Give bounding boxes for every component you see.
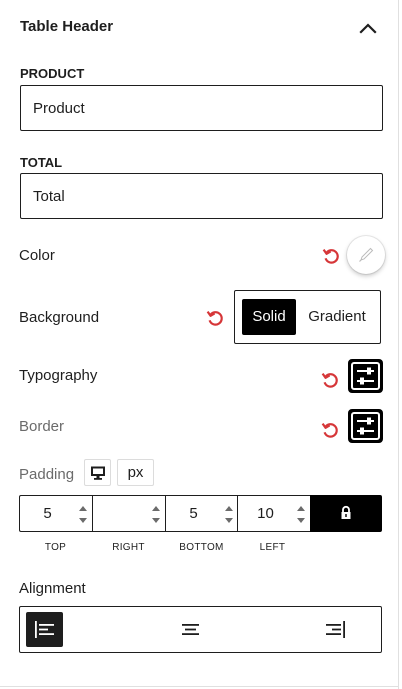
background-gradient-button[interactable]: Gradient <box>300 299 374 335</box>
align-left-icon <box>35 621 54 638</box>
align-center-icon <box>182 624 199 635</box>
background-solid-button[interactable]: Solid <box>242 299 296 335</box>
color-picker-button[interactable] <box>347 236 385 274</box>
spin-up-icon[interactable] <box>78 504 88 512</box>
padding-unit-selector[interactable]: px <box>117 459 154 486</box>
sliders-icon <box>351 412 380 440</box>
spin-up-icon[interactable] <box>224 504 234 512</box>
padding-inputs <box>19 495 382 532</box>
background-type-toggle: Solid Gradient <box>234 290 381 344</box>
product-label: PRODUCT <box>20 66 85 81</box>
typography-reset-icon[interactable] <box>320 370 340 390</box>
sliders-icon <box>351 362 380 390</box>
padding-left-label: LEFT <box>259 542 286 553</box>
background-label: Background <box>19 309 100 326</box>
background-reset-icon[interactable] <box>205 308 225 328</box>
padding-top-input[interactable] <box>20 496 75 531</box>
border-settings-button[interactable] <box>348 409 383 443</box>
padding-bottom-input[interactable] <box>166 496 221 531</box>
responsive-device-button[interactable] <box>84 459 111 486</box>
align-left-button[interactable] <box>26 612 63 647</box>
padding-label: Padding <box>19 466 75 483</box>
desktop-icon <box>91 466 105 480</box>
padding-right-field <box>92 495 165 532</box>
spin-down-icon[interactable] <box>151 517 161 525</box>
chevron-up-icon[interactable] <box>356 16 380 40</box>
padding-left-field <box>237 495 310 532</box>
lock-icon <box>341 505 351 519</box>
padding-bottom-field <box>165 495 238 532</box>
product-input[interactable] <box>20 85 383 131</box>
align-right-button[interactable] <box>317 612 354 647</box>
panel-title: Table Header <box>20 18 114 35</box>
color-reset-icon[interactable] <box>321 246 341 266</box>
border-label: Border <box>19 418 65 435</box>
total-label: TOTAL <box>20 155 63 170</box>
spin-down-icon[interactable] <box>224 517 234 525</box>
alignment-label: Alignment <box>19 580 86 597</box>
panel-right-border <box>398 0 399 689</box>
panel-toggle-header[interactable]: Table Header <box>0 0 398 54</box>
align-center-button[interactable] <box>172 612 209 647</box>
typography-settings-button[interactable] <box>348 359 383 393</box>
padding-right-label: RIGHT <box>112 542 145 553</box>
spin-down-icon[interactable] <box>78 517 88 525</box>
typography-label: Typography <box>19 367 98 384</box>
eyedropper-icon <box>359 247 374 262</box>
total-input[interactable] <box>20 173 383 219</box>
padding-top-label: TOP <box>44 542 67 553</box>
spin-down-icon[interactable] <box>296 517 306 525</box>
color-label: Color <box>19 247 55 264</box>
spin-up-icon[interactable] <box>151 504 161 512</box>
padding-link-button[interactable] <box>310 495 382 532</box>
spin-up-icon[interactable] <box>296 504 306 512</box>
padding-top-field <box>19 495 92 532</box>
padding-right-input[interactable] <box>93 496 148 531</box>
align-right-icon <box>326 621 345 638</box>
panel-bottom-border <box>0 686 398 687</box>
alignment-toggle-group <box>19 606 382 653</box>
padding-bottom-label: BOTTOM <box>179 542 224 553</box>
border-reset-icon[interactable] <box>320 420 340 440</box>
padding-left-input[interactable] <box>238 496 293 531</box>
